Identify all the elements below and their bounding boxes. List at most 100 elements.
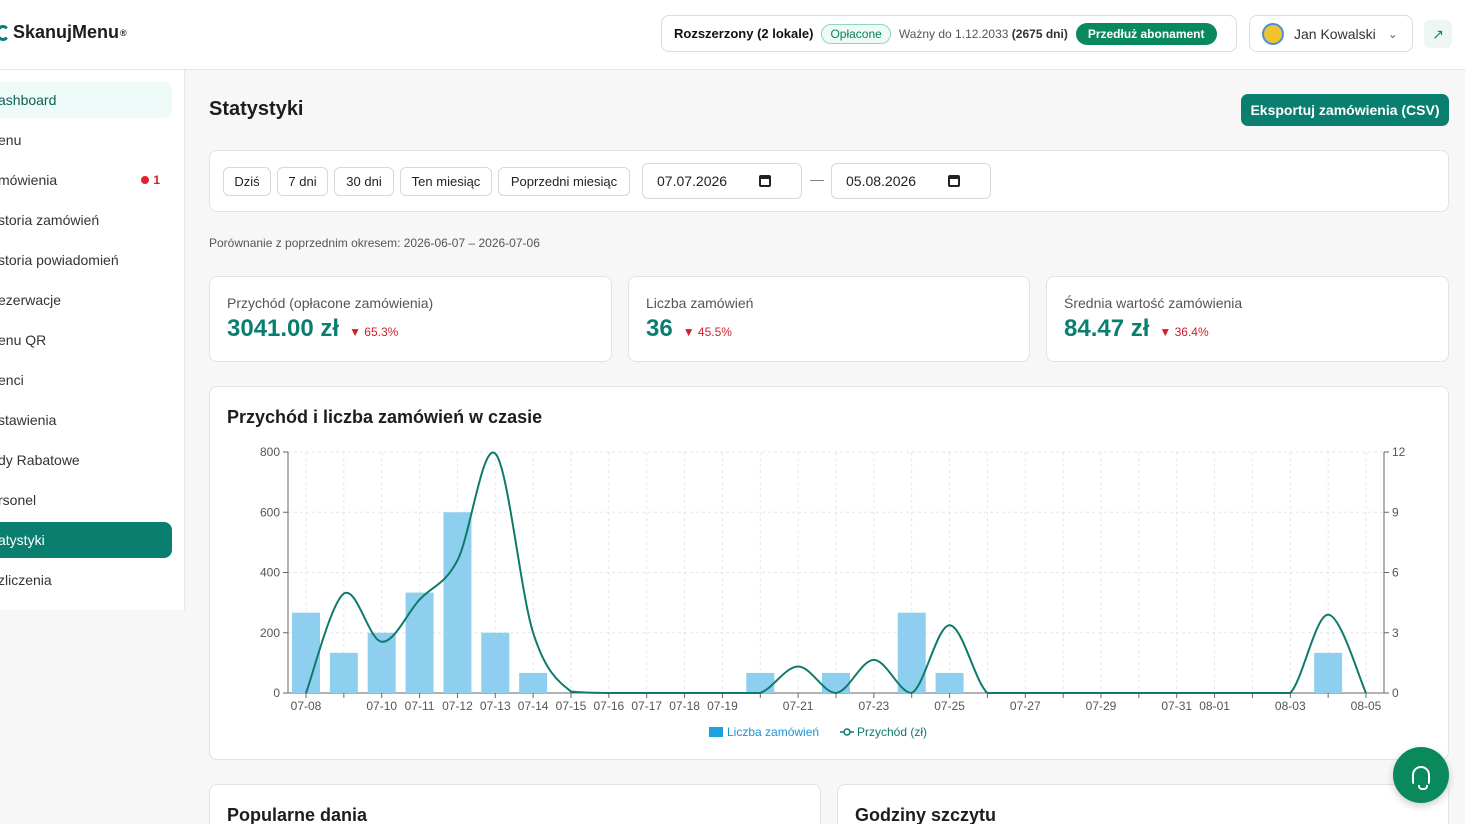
x-tick-label: 07-10 bbox=[366, 699, 397, 713]
sidebar-item-label: enu QR bbox=[0, 332, 47, 348]
calendar-icon[interactable] bbox=[948, 175, 960, 187]
bell-icon bbox=[1412, 766, 1430, 790]
date-to-value: 05.08.2026 bbox=[846, 173, 917, 189]
legend-label-orders: Liczba zamówień bbox=[727, 725, 819, 739]
stat-value: 36 bbox=[646, 315, 673, 342]
sidebar-item-orders[interactable]: mówienia 1 bbox=[0, 162, 172, 198]
subscription-panel: Rozszerzony (2 lokale) Opłacone Ważny do… bbox=[661, 15, 1237, 52]
external-link-button[interactable]: ↗ bbox=[1424, 20, 1452, 48]
date-from-value: 07.07.2026 bbox=[657, 173, 728, 189]
x-tick-label: 08-01 bbox=[1199, 699, 1230, 713]
stat-change: ▼ 36.4% bbox=[1159, 325, 1209, 339]
sidebar-item-reservations[interactable]: ezerwacje bbox=[0, 282, 172, 318]
bar-orders bbox=[1314, 652, 1343, 693]
y-left-tick-label: 0 bbox=[273, 686, 280, 700]
stat-label: Przychód (opłacone zamówienia) bbox=[227, 295, 434, 311]
card-title: Popularne dania bbox=[227, 805, 368, 824]
filter-this-month-button[interactable]: Ten miesiąc bbox=[400, 167, 492, 196]
stat-change: ▼ 45.5% bbox=[682, 325, 732, 339]
orders-count-badge: 1 bbox=[141, 173, 160, 187]
plan-name: Rozszerzony (2 lokale) bbox=[674, 26, 814, 41]
plan-days-left: (2675 dni) bbox=[1011, 26, 1068, 41]
app-name: SkanujMenu bbox=[13, 22, 120, 42]
sidebar-item-label: ashboard bbox=[0, 92, 57, 108]
bar-orders bbox=[746, 672, 775, 693]
peak-hours-card: Godziny szczytu bbox=[837, 784, 1449, 824]
logo-icon bbox=[0, 24, 10, 41]
revenue-orders-chart: 0 200 400 600 800 0 3 6 9 12 07-08 07-10 07-11 07-12 0… bbox=[260, 445, 1406, 739]
sidebar-item-staff[interactable]: rsonel bbox=[0, 482, 172, 518]
y-right-tick-label: 9 bbox=[1392, 505, 1399, 519]
bar-orders bbox=[405, 592, 434, 693]
stat-card-orders-count: Liczba zamówień 36 ▼ 45.5% bbox=[628, 276, 1030, 362]
chevron-down-icon: ⌄ bbox=[1387, 26, 1398, 41]
sidebar-item-label: storia zamówień bbox=[0, 212, 100, 228]
sidebar-item-label: zliczenia bbox=[0, 572, 52, 588]
sidebar-item-clients[interactable]: enci bbox=[0, 362, 172, 398]
x-tick-label: 07-08 bbox=[291, 699, 322, 713]
date-to-input[interactable]: 05.08.2026 bbox=[831, 163, 991, 199]
sidebar-item-label: atystyki bbox=[0, 532, 45, 548]
y-right-tick-label: 3 bbox=[1392, 626, 1399, 640]
date-from-input[interactable]: 07.07.2026 bbox=[642, 163, 802, 199]
x-tick-label: 08-05 bbox=[1351, 699, 1382, 713]
filter-30-days-button[interactable]: 30 dni bbox=[334, 167, 394, 196]
plan-validity: Ważny do 1.12.2033 (2675 dni) bbox=[898, 26, 1068, 41]
card-title: Godziny szczytu bbox=[855, 805, 997, 824]
app-logo[interactable]: SkanujMenu ® bbox=[0, 22, 127, 43]
stat-label: Liczba zamówień bbox=[646, 295, 754, 311]
sidebar-item-discount-codes[interactable]: dy Rabatowe bbox=[0, 442, 172, 478]
y-right-tick-label: 12 bbox=[1392, 445, 1406, 459]
popular-dishes-card: Popularne dania bbox=[209, 784, 821, 824]
x-tick-label: 07-14 bbox=[518, 699, 549, 713]
y-left-tick-label: 400 bbox=[260, 566, 280, 580]
filter-7-days-button[interactable]: 7 dni bbox=[277, 167, 328, 196]
y-left-tick-label: 800 bbox=[260, 445, 280, 459]
x-tick-label: 07-27 bbox=[1010, 699, 1041, 713]
plan-status-badge: Opłacone bbox=[821, 23, 891, 44]
filter-previous-month-button[interactable]: Poprzedni miesiąc bbox=[498, 167, 630, 196]
extend-subscription-button[interactable]: Przedłuż abonament bbox=[1075, 22, 1217, 45]
stat-change: ▼ 65.3% bbox=[349, 325, 399, 339]
sidebar-item-settlements[interactable]: zliczenia bbox=[0, 562, 172, 598]
x-tick-label: 07-31 bbox=[1161, 699, 1192, 713]
export-csv-button[interactable]: Eksportuj zamówienia (CSV) bbox=[1241, 94, 1449, 126]
y-left-tick-label: 600 bbox=[260, 505, 280, 519]
x-tick-label: 07-13 bbox=[480, 699, 511, 713]
sidebar-item-dashboard[interactable]: ashboard bbox=[0, 82, 172, 118]
user-name: Jan Kowalski bbox=[1294, 25, 1376, 42]
x-tick-label: 07-17 bbox=[631, 699, 662, 713]
stat-card-average-order: Średnia wartość zamówienia 84.47 zł ▼ 36.… bbox=[1046, 276, 1449, 362]
sidebar-item-notification-history[interactable]: storia powiadomień bbox=[0, 242, 172, 278]
sidebar-item-label: stawienia bbox=[0, 412, 57, 428]
filter-today-button[interactable]: Dziś bbox=[223, 167, 271, 196]
x-tick-label: 07-11 bbox=[405, 699, 435, 713]
sidebar-item-label: mówienia bbox=[0, 172, 58, 188]
stat-card-revenue: Przychód (opłacone zamówienia) 3041.00 z… bbox=[209, 276, 612, 362]
calendar-icon[interactable] bbox=[759, 175, 771, 187]
x-tick-label: 07-19 bbox=[707, 699, 738, 713]
date-filter-panel: Dziś 7 dni 30 dni Ten miesiąc Poprzedni … bbox=[209, 150, 1449, 212]
date-range-separator: — bbox=[810, 171, 824, 187]
sidebar-item-menu[interactable]: enu bbox=[0, 122, 172, 158]
bar-orders bbox=[822, 672, 850, 693]
external-link-icon: ↗ bbox=[1432, 25, 1444, 42]
x-tick-label: 07-21 bbox=[783, 699, 814, 713]
sidebar-item-order-history[interactable]: storia zamówień bbox=[0, 202, 172, 238]
bar-orders bbox=[519, 672, 548, 693]
sidebar-item-menu-qr[interactable]: enu QR bbox=[0, 322, 172, 358]
sidebar-item-label: dy Rabatowe bbox=[0, 452, 80, 468]
sidebar-item-settings[interactable]: stawienia bbox=[0, 402, 172, 438]
x-tick-label: 07-12 bbox=[442, 699, 473, 713]
comparison-period-text: Porównanie z poprzednim okresem: 2026-06… bbox=[209, 236, 540, 250]
x-tick-label: 08-03 bbox=[1275, 699, 1306, 713]
bar-orders bbox=[443, 512, 472, 693]
user-menu[interactable]: Jan Kowalski ⌄ bbox=[1249, 15, 1413, 52]
sidebar-item-statistics[interactable]: atystyki bbox=[0, 522, 172, 558]
sidebar-item-label: rsonel bbox=[0, 492, 37, 508]
avatar bbox=[1262, 22, 1284, 45]
sidebar: ashboard enu mówienia 1 storia zamówień s… bbox=[0, 70, 185, 610]
notifications-button[interactable] bbox=[1393, 747, 1449, 803]
x-tick-label: 07-29 bbox=[1086, 699, 1117, 713]
legend-label-revenue: Przychód (zł) bbox=[857, 725, 927, 739]
